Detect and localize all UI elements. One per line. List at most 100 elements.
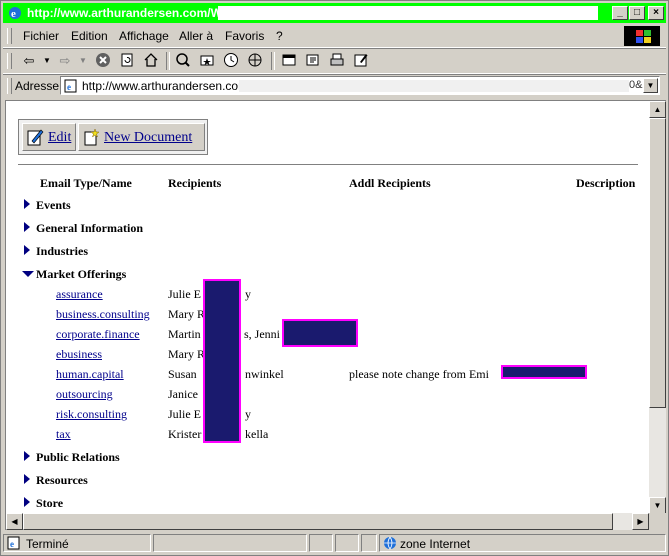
link-risk-consulting[interactable]: risk.consulting [56,407,127,422]
vertical-scrollbar[interactable]: ▲ ▼ [649,101,666,514]
minimize-button[interactable]: _ [612,6,628,20]
recipients-assurance: Julie E [168,287,201,301]
recipients-ebusiness: Mary R [168,347,205,361]
expand-arrow-icon[interactable] [24,497,30,507]
new-document-button[interactable]: New Document [78,123,205,151]
svg-text:e: e [11,8,16,20]
link-human-capital[interactable]: human.capital [56,367,124,382]
forward-dropdown-icon[interactable]: ▼ [73,52,93,70]
back-dropdown-icon[interactable]: ▼ [37,52,57,70]
scroll-corner [649,513,666,530]
expand-arrow-icon[interactable] [24,245,30,255]
page-icon: e [64,79,77,93]
content-frame: Edit New Document Email Type/Name Recipi… [5,100,666,530]
scroll-right-icon[interactable]: ▶ [632,513,649,530]
search-icon[interactable] [173,52,193,70]
address-input[interactable]: e http://www.arthurandersen.com/W 0& ▼ [60,76,660,95]
link-tax[interactable]: tax [56,427,71,442]
channels-icon[interactable] [245,52,265,70]
recipients-human-capital: Susan [168,367,197,381]
recipients-tail-assurance: y [245,287,251,301]
menu-help[interactable]: ? [276,29,283,43]
divider [18,164,638,166]
redaction-block [203,279,241,443]
scroll-up-icon[interactable]: ▲ [649,101,666,118]
recipients-outsourcing: Janice [168,387,198,401]
status-pane-5 [361,534,377,552]
toolbar-grip [7,53,12,69]
back-arrow-icon[interactable]: ⇦ [19,52,39,70]
new-document-label[interactable]: New Document [104,130,192,146]
status-pane-4 [335,534,359,552]
forward-arrow-icon[interactable]: ⇨ [55,52,75,70]
edit-button[interactable]: Edit [22,123,76,151]
close-button[interactable]: × [648,6,664,20]
address-url-tail: 0& [629,79,643,91]
header-description: Description [576,176,636,190]
toolbar: ⇦ ▼ ⇨ ▼ [3,49,666,74]
svg-text:e: e [10,539,14,549]
link-business-consulting[interactable]: business.consulting [56,307,150,322]
address-bar: Adresse e http://www.arthurandersen.com/… [3,75,666,97]
address-label: Adresse [15,79,60,93]
status-text: Terminé [26,537,69,551]
status-pane-zone: zone Internet [379,534,666,552]
collapse-arrow-icon[interactable] [22,271,34,277]
address-grip [7,78,12,94]
title-redaction [218,6,598,20]
expand-arrow-icon[interactable] [24,474,30,484]
globe-icon [384,536,396,550]
menu-edition[interactable]: Edition [71,29,108,43]
expand-arrow-icon[interactable] [24,222,30,232]
link-assurance[interactable]: assurance [56,287,103,302]
pencil-icon [27,129,44,146]
refresh-icon[interactable] [117,52,137,70]
status-pane-main: e Terminé [3,534,151,552]
page-done-icon: e [7,536,20,550]
link-corporate-finance[interactable]: corporate.finance [56,327,140,342]
menu-affichage[interactable]: Affichage [119,29,169,43]
menu-aller[interactable]: Aller à [179,29,213,43]
link-outsourcing[interactable]: outsourcing [56,387,113,402]
zone-text: zone Internet [400,537,471,551]
address-dropdown-icon[interactable]: ▼ [643,78,658,93]
edit-label[interactable]: Edit [48,130,71,146]
status-pane-3 [309,534,333,552]
svg-text:e: e [67,82,71,92]
windows-logo-icon [624,26,660,46]
action-button-group: Edit New Document [18,119,208,155]
menu-fichier[interactable]: Fichier [23,29,59,43]
recipients-tail-corporate-finance: s, Jenni [244,327,280,341]
recipients-business-consulting: Mary R [168,307,205,321]
recipients-corporate-finance: Martin [168,327,201,341]
stop-icon[interactable] [93,52,113,70]
header-email-type: Email Type/Name [40,176,132,190]
ie-logo-icon: e [9,7,21,20]
maximize-button[interactable]: □ [629,6,645,20]
header-addl-recipients: Addl Recipients [349,176,431,190]
menu-favoris[interactable]: Favoris [225,29,264,43]
status-bar: e Terminé zone Internet [3,533,666,553]
browser-window: e http://www.arthurandersen.com/W _ □ × … [0,0,669,556]
address-url: http://www.arthurandersen.com/W [82,79,263,93]
expand-arrow-icon[interactable] [24,199,30,209]
link-ebusiness[interactable]: ebusiness [56,347,102,362]
favorites-icon[interactable] [197,52,217,70]
expand-arrow-icon[interactable] [24,451,30,461]
redaction-block [501,365,587,379]
menu-grip [7,28,12,44]
vertical-scroll-thumb[interactable] [649,118,666,408]
history-icon[interactable] [221,52,241,70]
home-icon[interactable] [141,52,161,70]
mail-icon[interactable] [303,52,323,70]
print-icon[interactable] [327,52,347,70]
scroll-down-icon[interactable]: ▼ [649,497,666,514]
recipients-tax: Krister [168,427,202,441]
status-pane-2 [153,534,307,552]
fullscreen-icon[interactable] [279,52,299,70]
window-title: http://www.arthurandersen.com/W [27,6,222,20]
edit-page-icon[interactable] [351,52,371,70]
scroll-left-icon[interactable]: ◀ [6,513,23,530]
horizontal-scrollbar[interactable]: ◀ ▶ [6,513,649,530]
horizontal-scroll-thumb[interactable] [23,513,613,530]
